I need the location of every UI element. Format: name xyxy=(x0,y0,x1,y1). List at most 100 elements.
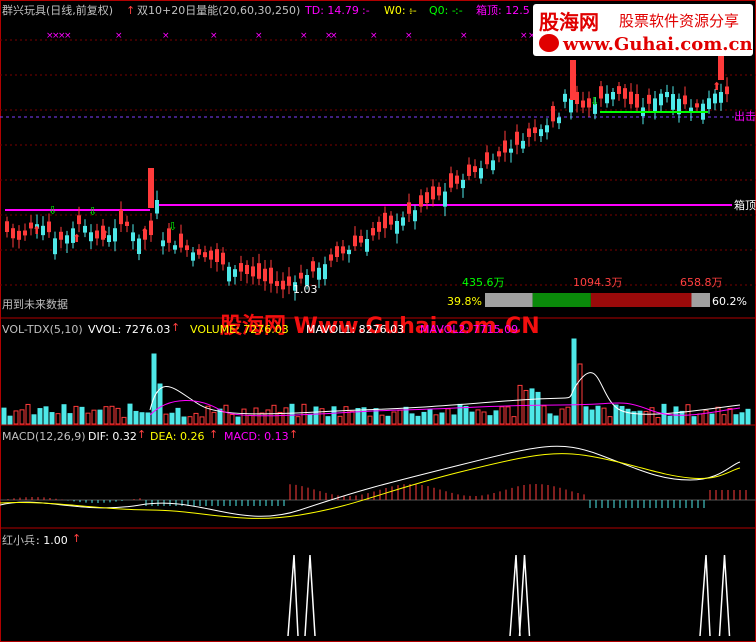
x-marker: × xyxy=(210,31,218,41)
dea-line xyxy=(0,453,741,519)
volume-bar xyxy=(679,410,685,425)
volume-bar xyxy=(151,353,157,425)
candle-body xyxy=(719,92,723,103)
volume-bar xyxy=(319,408,325,425)
candle-body xyxy=(365,239,369,252)
candle-body xyxy=(629,91,633,105)
volume-bar xyxy=(619,405,625,425)
logo-subtitle: 股票软件资源分享 xyxy=(619,12,740,30)
volume-bar xyxy=(463,405,469,425)
volume-bar xyxy=(745,408,751,425)
vol-label-1: 435.6万 xyxy=(462,276,505,289)
x-marker: × xyxy=(520,31,528,41)
volume-bar xyxy=(7,415,13,425)
candle-body xyxy=(227,266,231,282)
candle-body xyxy=(533,127,537,134)
volume-bar xyxy=(367,415,373,425)
candle-body xyxy=(563,93,567,102)
volume-bar xyxy=(685,404,691,425)
volume-bar xyxy=(163,413,169,425)
candle-body xyxy=(449,173,453,188)
volume-bar xyxy=(493,410,499,425)
candle-body xyxy=(635,93,639,108)
volume-bar xyxy=(541,405,547,425)
candle-body xyxy=(263,268,267,282)
q0-sep: :- xyxy=(455,4,463,17)
up-arrow-icon: ↑ xyxy=(209,428,219,441)
volume-bar xyxy=(67,413,73,425)
volume-bar xyxy=(145,412,151,425)
candle-body xyxy=(47,221,51,233)
candle-body xyxy=(695,103,699,108)
sell-arrow-icon: ⇩ xyxy=(168,220,177,233)
x-marker: × xyxy=(330,31,338,41)
candle-body xyxy=(347,249,351,255)
candle-body xyxy=(131,232,135,242)
x-marker: × xyxy=(405,31,413,41)
volume-bar xyxy=(499,406,505,425)
volume-bar xyxy=(625,408,631,425)
volume-bar xyxy=(103,406,109,425)
volume-bar xyxy=(487,415,493,425)
ratio-bar-segment xyxy=(590,293,692,307)
mavol2-value: MAVOL2: 7715.09 xyxy=(420,323,519,336)
volume-bar xyxy=(469,411,475,425)
candle-body xyxy=(95,230,99,239)
volume-bar xyxy=(73,405,79,425)
volume-bar xyxy=(733,414,739,425)
candle-body xyxy=(599,86,603,99)
volume-bar xyxy=(511,416,517,425)
volume-bar xyxy=(229,414,235,425)
volume-bar xyxy=(49,412,55,425)
volume-bar xyxy=(721,414,727,425)
x-marker: × xyxy=(300,31,308,41)
volume-bar xyxy=(289,403,295,425)
volume-bar xyxy=(553,415,559,425)
volume-bar xyxy=(349,410,355,425)
volume-bar xyxy=(475,409,481,425)
volume-bar xyxy=(589,409,595,425)
volume-bar xyxy=(439,412,445,425)
volume-bar xyxy=(697,413,703,425)
volume-bar xyxy=(25,403,31,425)
candle-body xyxy=(17,230,21,240)
candle-body xyxy=(605,93,609,104)
candle-body xyxy=(383,212,387,229)
x-marker: × xyxy=(460,31,468,41)
candle-body xyxy=(551,106,555,122)
volume-bar xyxy=(727,408,733,425)
candle-body xyxy=(653,98,657,112)
future-data-note: 用到未来数据 xyxy=(2,298,68,311)
candle-body xyxy=(77,215,81,225)
volume-bar xyxy=(643,410,649,425)
candle-body xyxy=(137,238,141,254)
volume-bar xyxy=(43,406,49,425)
volume-bar xyxy=(337,415,343,425)
candle-body xyxy=(251,266,255,277)
volume-bar xyxy=(703,409,709,425)
up-arrow-icon: ↑ xyxy=(171,321,181,334)
up-arrow-icon: ↑ xyxy=(126,4,136,17)
candle-body xyxy=(287,276,291,286)
volume-bar xyxy=(691,416,697,425)
candle-body xyxy=(377,221,381,232)
volume-bar xyxy=(709,413,715,425)
candle-body xyxy=(5,221,9,232)
volume-bar xyxy=(247,414,253,425)
candle-body xyxy=(617,86,621,94)
volume-bar xyxy=(241,408,247,425)
volume-value: VOLUME: 7276.03 xyxy=(190,323,289,336)
candle-body xyxy=(371,228,375,236)
volume-bar xyxy=(175,407,181,425)
up-arrow-icon: ↑ xyxy=(137,428,147,441)
logo-url: www.Guhai.com.cn xyxy=(563,34,753,55)
candle-body xyxy=(215,249,219,262)
candle-body xyxy=(545,125,549,133)
x-marker: × xyxy=(162,31,170,41)
candle-body xyxy=(659,93,663,106)
candle-body xyxy=(509,148,513,153)
candle-body xyxy=(335,246,339,257)
volume-bar xyxy=(523,389,529,425)
vvol-value: VVOL: 7276.03 xyxy=(88,323,171,336)
candle-body xyxy=(485,152,489,165)
